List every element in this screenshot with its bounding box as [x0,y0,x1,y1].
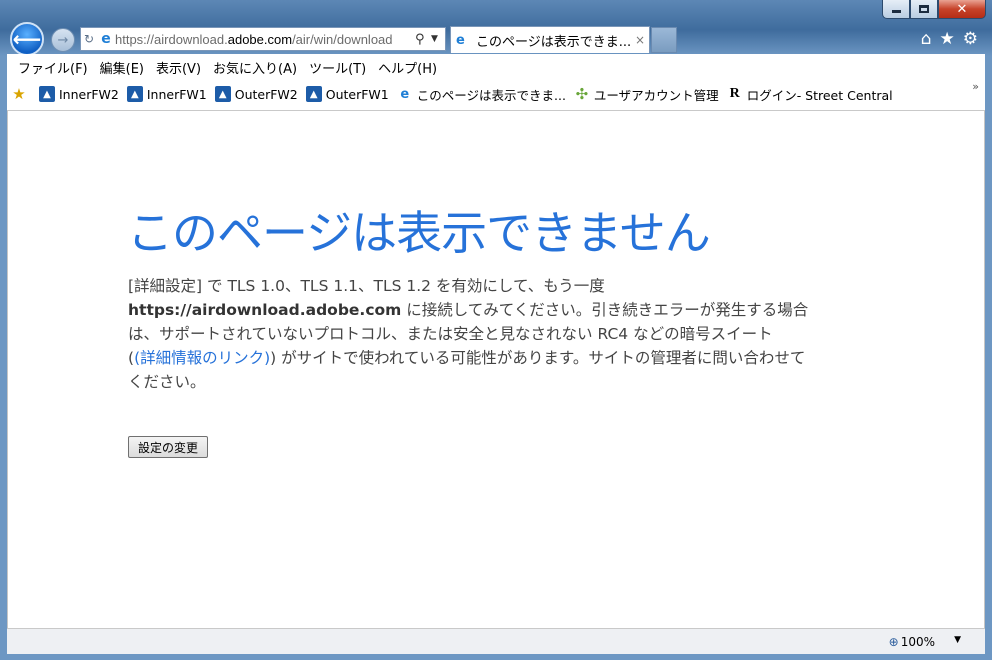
favorites-overflow-chevron-icon[interactable]: » [972,80,979,93]
favorite-item[interactable]: ▲ OuterFW2 [214,86,298,102]
more-info-link[interactable]: (詳細情報のリンク) [134,349,270,367]
add-favorite-button[interactable]: ★ [11,85,31,103]
router-icon: ▲ [126,86,143,102]
error-line: ((詳細情報のリンク)) がサイトで使われている可能性があります。サイトの管理者… [128,346,828,370]
router-icon: ▲ [305,86,322,102]
error-line-text: に接続してみてください。引き続きエラーが発生する場合 [401,301,809,319]
favorite-label: OuterFW2 [234,86,298,102]
favorite-label: InnerFW1 [146,86,207,102]
menu-help[interactable]: ヘルプ(H) [372,58,443,77]
home-icon[interactable]: ⌂ [921,29,932,49]
menu-favorites[interactable]: お気に入り(A) [207,58,303,77]
error-description: [詳細設定] で TLS 1.0、TLS 1.1、TLS 1.2 を有効にして、… [128,274,828,394]
favorite-item[interactable]: ▲ OuterFW1 [305,86,389,102]
forward-arrow-icon: → [57,32,69,48]
close-window-button[interactable]: ✕ [938,0,986,19]
tab-title: このページは表示できま... [476,34,631,50]
favorite-label: このページは表示できま... [416,87,566,103]
router-icon: ▲ [214,86,231,102]
error-line: https://airdownload.adobe.com に接続してみてくださ… [128,298,828,322]
error-host: https://airdownload.adobe.com [128,301,402,319]
zoom-dropdown-icon[interactable]: ▼ [954,635,961,645]
minimize-button[interactable] [882,0,910,19]
page-content: このページは表示できません [詳細設定] で TLS 1.0、TLS 1.1、T… [7,111,985,628]
close-icon: ✕ [956,1,968,17]
favorite-item[interactable]: e このページは表示できま... [397,85,566,104]
favorite-label: ユーザアカウント管理 [593,87,719,103]
change-settings-button[interactable]: 設定の変更 [128,436,208,458]
page-title: このページは表示できません [127,206,711,260]
favorite-label: OuterFW1 [325,86,389,102]
back-button[interactable]: ⟵ [10,22,44,56]
tab-current[interactable]: e このページは表示できま... × [450,26,650,53]
tab-close-icon[interactable]: × [631,33,649,47]
menu-view[interactable]: 表示(V) [150,58,207,77]
refresh-icon[interactable]: ↻ [81,32,97,46]
status-bar: ⊕ 100% ▼ [7,628,985,654]
favorite-label: InnerFW2 [59,86,119,102]
maximize-button[interactable] [910,0,938,19]
url-suffix: /air/win/download [292,31,393,47]
ie-icon: e [101,31,111,47]
menu-tools[interactable]: ツール(T) [303,58,372,77]
error-line: は、サポートされていないプロトコル、または安全と見なされない RC4 などの暗号… [128,325,773,343]
favorite-item[interactable]: R ログイン- Street Central [727,85,893,104]
browser-toolbars: ファイル(F) 編集(E) 表示(V) お気に入り(A) ツール(T) ヘルプ(… [7,54,985,111]
menu-file[interactable]: ファイル(F) [12,58,94,77]
favorite-item[interactable]: ✣ ユーザアカウント管理 [574,85,719,104]
router-icon: ▲ [39,86,55,102]
favorites-bar: ★ ▲ InnerFW2 ▲ InnerFW1 ▲ OuterFW2 ▲ OuterFW… [7,80,985,108]
address-bar[interactable]: ↻ e https://airdownload.adobe.com/air/wi… [80,27,446,51]
zoom-level: 100% [900,635,935,649]
menu-edit[interactable]: 編集(E) [94,58,150,77]
gear-icon[interactable]: ⚙ [963,29,978,49]
pinwheel-icon: ✣ [575,85,589,103]
toolbar-right-icons: ⌂ ★ ⚙ [921,29,978,49]
search-icon[interactable]: ⚲ [415,32,431,47]
address-url[interactable]: https://airdownload.adobe.com/air/win/do… [115,32,415,47]
error-line: ください。 [128,373,206,391]
ie-icon: e [456,32,465,48]
zoom-icon: ⊕ [888,635,899,649]
back-arrow-icon: ⟵ [12,27,42,51]
add-favorite-star-icon: ★ [12,85,26,103]
minimize-icon [891,10,901,13]
window-caption-buttons: ✕ [882,0,986,19]
zoom-control[interactable]: ⊕ 100% [889,635,935,649]
menu-bar: ファイル(F) 編集(E) 表示(V) お気に入り(A) ツール(T) ヘルプ(… [7,54,985,80]
favorite-item[interactable]: ▲ InnerFW2 [39,86,119,102]
error-line-text: ) がサイトで使われている可能性があります。サイトの管理者に問い合わせて [270,349,806,367]
error-line: [詳細設定] で TLS 1.0、TLS 1.1、TLS 1.2 を有効にして、… [128,277,605,295]
maximize-icon [919,5,929,13]
url-prefix: https://airdownload. [115,31,228,47]
favorites-star-icon[interactable]: ★ [940,29,955,49]
favorite-item[interactable]: ▲ InnerFW1 [126,86,207,102]
favorite-label: ログイン- Street Central [746,87,893,103]
url-domain: adobe.com [227,31,293,47]
new-tab-button[interactable] [651,27,677,53]
chevron-down-icon[interactable]: ▼ [431,34,445,44]
r-icon: R [729,86,740,101]
ie-icon: e [400,86,410,102]
forward-button[interactable]: → [51,28,75,52]
